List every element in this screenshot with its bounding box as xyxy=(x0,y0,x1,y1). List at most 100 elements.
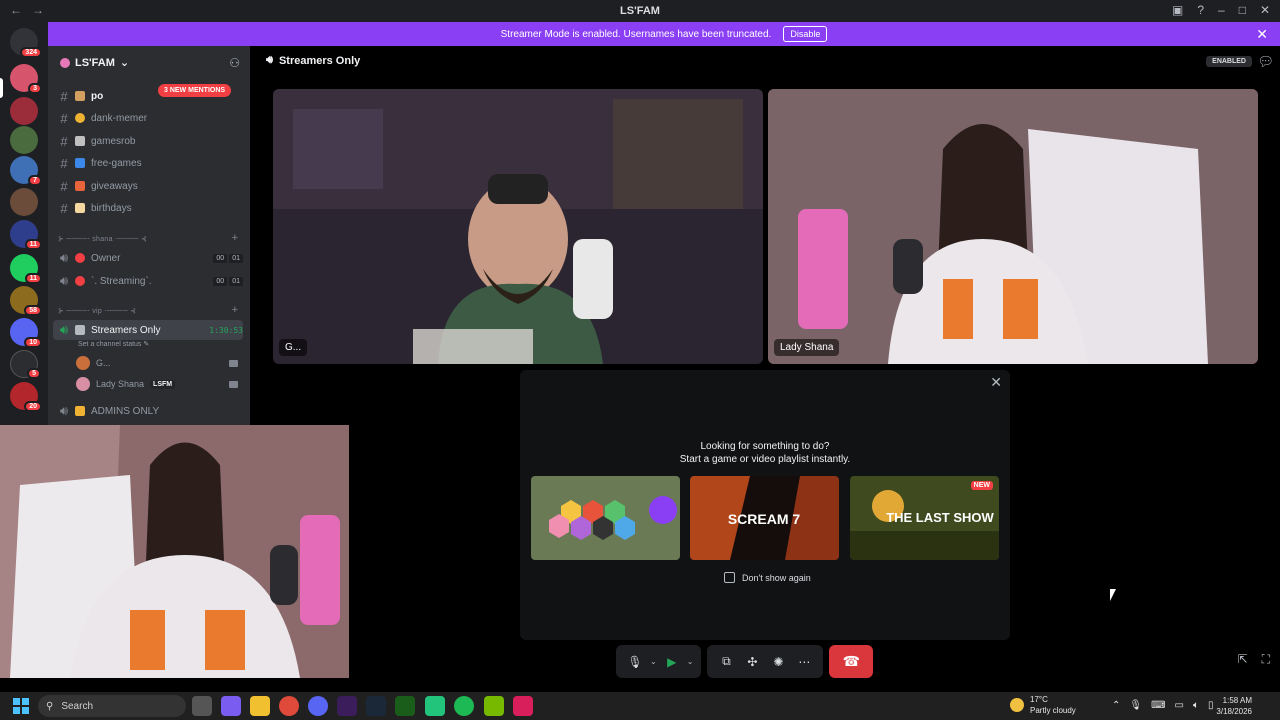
scream-title-text: SCREAM 7 xyxy=(728,511,801,527)
disconnect-button[interactable]: ☎ xyxy=(829,645,874,678)
more-options-icon[interactable]: ⋯ xyxy=(793,651,815,673)
badge: 5 xyxy=(27,368,41,379)
screen-share-icon[interactable]: ⧉ xyxy=(715,651,737,673)
voice-channel-admins-only[interactable]: 🔊︎ ADMINS ONLY xyxy=(53,401,243,421)
badge: 11 xyxy=(24,239,42,250)
add-channel-icon[interactable]: + xyxy=(232,304,238,316)
server-icon[interactable]: 11 xyxy=(10,254,42,284)
channel-status-prompt[interactable]: Set a channel status ✎ xyxy=(78,340,149,348)
soundboard-icon[interactable]: ✺ xyxy=(767,651,789,673)
minimize-button[interactable]: – xyxy=(1218,3,1225,17)
volume-icon[interactable]: 🔈︎ xyxy=(1193,700,1199,711)
server-icon[interactable] xyxy=(10,126,38,154)
server-lsfam[interactable]: 3 xyxy=(10,64,42,94)
channel-giveaways[interactable]: # giveaways xyxy=(53,176,243,196)
streamer-mode-enabled-badge[interactable]: ENABLED xyxy=(1206,56,1252,67)
close-window-button[interactable]: ✕ xyxy=(1260,3,1270,17)
the-last-show-title-text: THE LAST SHOW xyxy=(886,510,994,525)
chat-bubble-icon[interactable]: 💬︎ xyxy=(1257,54,1274,70)
voice-user[interactable]: Lady Shana LSFM xyxy=(76,377,238,391)
streaming-app-icon[interactable] xyxy=(513,696,533,716)
channel-emoji xyxy=(75,113,85,123)
taskbar-clock[interactable]: 1:58 AM 3/18/2026 xyxy=(1216,695,1252,717)
copilot-icon[interactable] xyxy=(221,696,241,716)
server-icon[interactable]: 20 xyxy=(10,382,42,412)
camera-icon[interactable]: ▶ xyxy=(661,651,683,673)
server-icon[interactable]: 5 xyxy=(10,350,41,379)
hash-icon: # xyxy=(60,155,68,171)
server-header[interactable]: LS'FAM ⌄ xyxy=(60,56,129,69)
activity-card-scream[interactable]: SCREAM 7 xyxy=(690,476,839,560)
server-icon[interactable] xyxy=(10,97,38,125)
popout-icon[interactable]: ⇱ xyxy=(1238,652,1248,667)
activities-icon[interactable]: ✣ xyxy=(741,651,763,673)
badge: 10 xyxy=(24,337,42,348)
keyboard-icon[interactable]: ⌨ xyxy=(1151,700,1165,711)
new-mentions-badge[interactable]: 3 NEW MENTIONS xyxy=(158,84,232,97)
battery-icon[interactable]: ▯ xyxy=(1208,700,1214,711)
weather-widget[interactable]: 17°C Partly cloudy xyxy=(1010,694,1076,716)
channel-label: ADMINS ONLY xyxy=(91,405,160,417)
discord-icon[interactable] xyxy=(308,696,328,716)
steam-icon[interactable] xyxy=(366,696,386,716)
help-icon[interactable]: ? xyxy=(1197,3,1204,17)
hash-icon: # xyxy=(60,110,68,126)
dont-show-again-checkbox[interactable]: Don't show again xyxy=(724,572,811,583)
chevron-down-icon[interactable]: ⌄ xyxy=(687,657,694,666)
xbox-app-icon[interactable] xyxy=(395,696,415,716)
channel-label: `. Streaming`. xyxy=(91,275,152,287)
weather-temp: 17°C xyxy=(1030,695,1048,704)
voice-user[interactable]: G... xyxy=(76,356,238,370)
channel-gamesrob[interactable]: # gamesrob xyxy=(53,131,243,151)
voice-channel-streamers-only[interactable]: 🔊︎ Streamers Only 1:30:53 xyxy=(53,320,243,340)
inbox-icon[interactable]: ▣ xyxy=(1172,3,1183,17)
activity-card-the-last-show[interactable]: THE LAST SHOW NEW xyxy=(850,476,999,560)
avatar xyxy=(76,377,90,391)
maximize-button[interactable]: □ xyxy=(1239,3,1246,17)
home-icon[interactable]: 324 xyxy=(10,28,42,58)
hash-icon: # xyxy=(60,200,68,216)
stage-corner-controls: ⇱ ⛶ xyxy=(1238,652,1270,667)
channel-free-games[interactable]: # free-games xyxy=(53,153,243,173)
window-title: LS'FAM xyxy=(620,5,660,17)
add-member-icon[interactable]: ⚇ xyxy=(229,56,240,70)
task-view-icon[interactable] xyxy=(192,696,212,716)
close-icon[interactable]: ✕ xyxy=(990,374,1002,391)
taskbar-search[interactable]: ⚲ Search xyxy=(38,695,186,717)
voice-channel-owner[interactable]: 🔊︎ Owner 00 01 xyxy=(53,248,243,268)
fullscreen-icon[interactable]: ⛶ xyxy=(1262,652,1270,667)
channel-dank-memer[interactable]: # dank-memer xyxy=(53,108,243,128)
android-app-icon[interactable] xyxy=(425,696,445,716)
microphone-icon[interactable]: 🎙︎ xyxy=(624,651,646,673)
server-icon[interactable]: 10 xyxy=(10,318,42,348)
voice-channel-streaming[interactable]: 🔊︎ `. Streaming`. 00 01 xyxy=(53,271,243,291)
channel-birthdays[interactable]: # birthdays xyxy=(53,198,243,218)
video-tile[interactable]: Lady Shana xyxy=(768,89,1258,364)
mouse-cursor xyxy=(1110,589,1116,601)
category-shana[interactable]: ⊱ ────‧ shana ‧──── ⊰ xyxy=(58,235,147,243)
category-vip[interactable]: ⊱ ────‧ vip ‧──── ⊰ xyxy=(58,307,136,315)
spotify-icon[interactable] xyxy=(454,696,474,716)
nvidia-icon[interactable] xyxy=(484,696,504,716)
checkbox[interactable] xyxy=(724,572,735,583)
channel-label: dank-memer xyxy=(91,112,148,124)
microphone-tray-icon[interactable]: 🎙︎ xyxy=(1129,700,1142,711)
add-channel-icon[interactable]: + xyxy=(232,232,238,244)
voice-user-name: G... xyxy=(96,358,111,368)
close-icon[interactable]: ✕ xyxy=(1256,26,1268,43)
chevron-up-icon[interactable]: ⌃ xyxy=(1112,700,1120,711)
file-explorer-icon[interactable] xyxy=(250,696,270,716)
server-icon[interactable]: 11 xyxy=(10,220,42,250)
chrome-icon[interactable] xyxy=(279,696,299,716)
windows-start-icon[interactable] xyxy=(13,698,29,714)
next-app-icon[interactable] xyxy=(337,696,357,716)
network-icon[interactable]: ▭ xyxy=(1175,700,1184,711)
chevron-down-icon[interactable]: ⌄ xyxy=(650,657,657,666)
activity-card-hex-puzzle[interactable] xyxy=(531,476,680,560)
video-tile[interactable]: G... xyxy=(273,89,763,364)
server-icon[interactable]: 58 xyxy=(10,286,42,316)
server-icon[interactable] xyxy=(10,188,38,216)
disable-button[interactable]: Disable xyxy=(783,26,828,42)
server-icon[interactable]: 7 xyxy=(10,156,42,186)
webcam-overlay xyxy=(0,425,349,678)
